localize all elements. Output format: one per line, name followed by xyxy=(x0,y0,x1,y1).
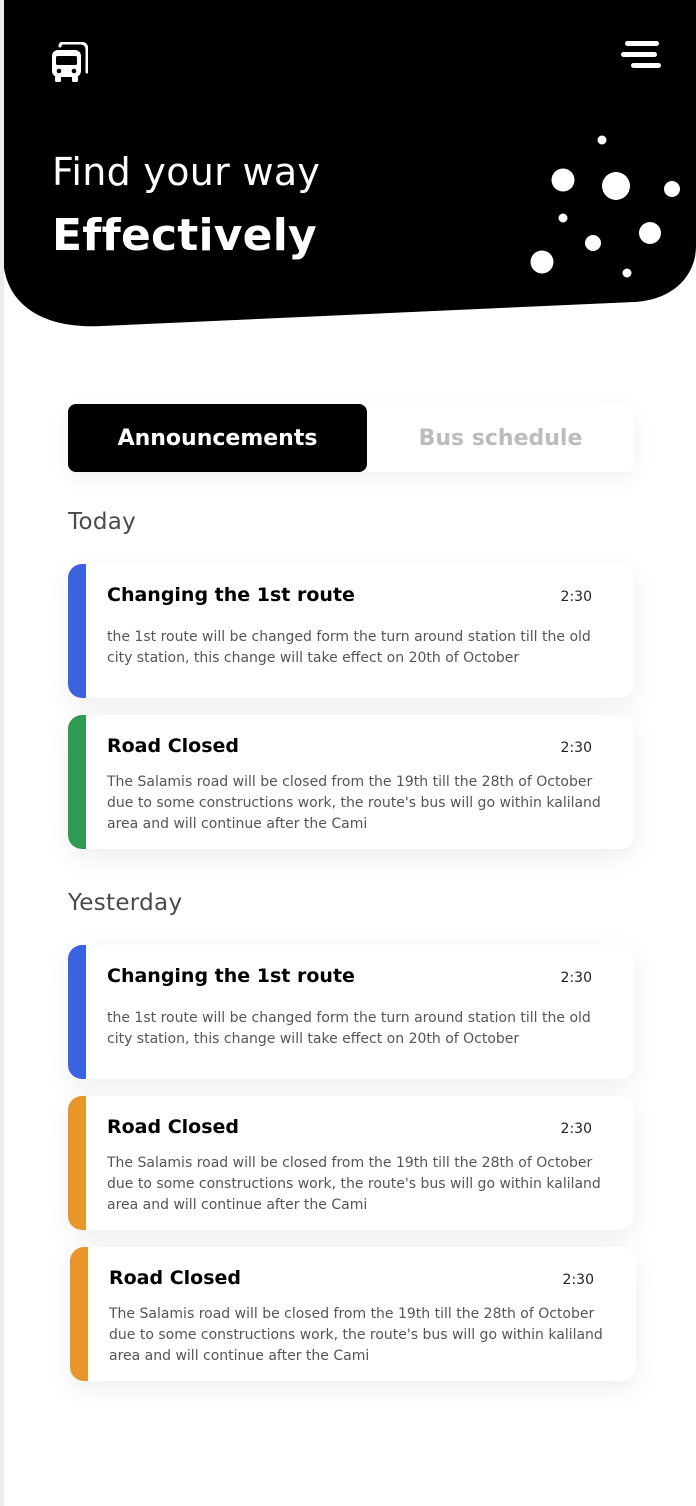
card-body: The Salamis road will be closed from the… xyxy=(107,774,601,832)
announcement-card[interactable]: Road Closed 2:30 The Salamis road will b… xyxy=(68,715,634,849)
card-title: Road Closed xyxy=(107,1116,240,1138)
card-accent-bar xyxy=(68,715,86,849)
card-body: The Salamis road will be closed from the… xyxy=(109,1306,603,1364)
tab-bar: Announcements Bus schedule xyxy=(68,404,634,472)
app-screen: Find your way Effectively Announcements … xyxy=(4,0,696,1506)
section-title-yesterday: Yesterday xyxy=(68,890,183,916)
card-body: the 1st route will be changed form the t… xyxy=(107,629,591,666)
announcement-card[interactable]: Road Closed 2:30 The Salamis road will b… xyxy=(70,1247,636,1381)
hamburger-menu-icon[interactable] xyxy=(621,40,663,70)
card-time: 2:30 xyxy=(560,970,592,986)
card-time: 2:30 xyxy=(560,589,592,605)
card-title: Road Closed xyxy=(107,735,240,757)
card-title: Changing the 1st route xyxy=(107,584,355,606)
card-title: Road Closed xyxy=(109,1267,242,1289)
announcement-card[interactable]: Changing the 1st route 2:30 the 1st rout… xyxy=(68,945,634,1079)
card-body: The Salamis road will be closed from the… xyxy=(107,1155,601,1213)
hero-header: Find your way Effectively xyxy=(4,0,696,340)
card-title: Changing the 1st route xyxy=(107,965,355,987)
announcement-card[interactable]: Changing the 1st route 2:30 the 1st rout… xyxy=(68,564,634,698)
card-accent-bar xyxy=(70,1247,88,1381)
card-accent-bar xyxy=(68,945,86,1079)
card-body: the 1st route will be changed form the t… xyxy=(107,1010,591,1047)
tab-bus-schedule[interactable]: Bus schedule xyxy=(367,404,634,472)
card-accent-bar xyxy=(68,1096,86,1230)
section-title-today: Today xyxy=(68,509,137,535)
headline-line-2: Effectively xyxy=(52,210,317,261)
card-time: 2:30 xyxy=(562,1272,594,1288)
headline-line-1: Find your way xyxy=(52,150,321,194)
card-time: 2:30 xyxy=(560,1121,592,1137)
tab-announcements[interactable]: Announcements xyxy=(68,404,367,472)
card-time: 2:30 xyxy=(560,740,592,756)
card-accent-bar xyxy=(68,564,86,698)
announcement-card[interactable]: Road Closed 2:30 The Salamis road will b… xyxy=(68,1096,634,1230)
bus-icon[interactable] xyxy=(50,42,88,84)
